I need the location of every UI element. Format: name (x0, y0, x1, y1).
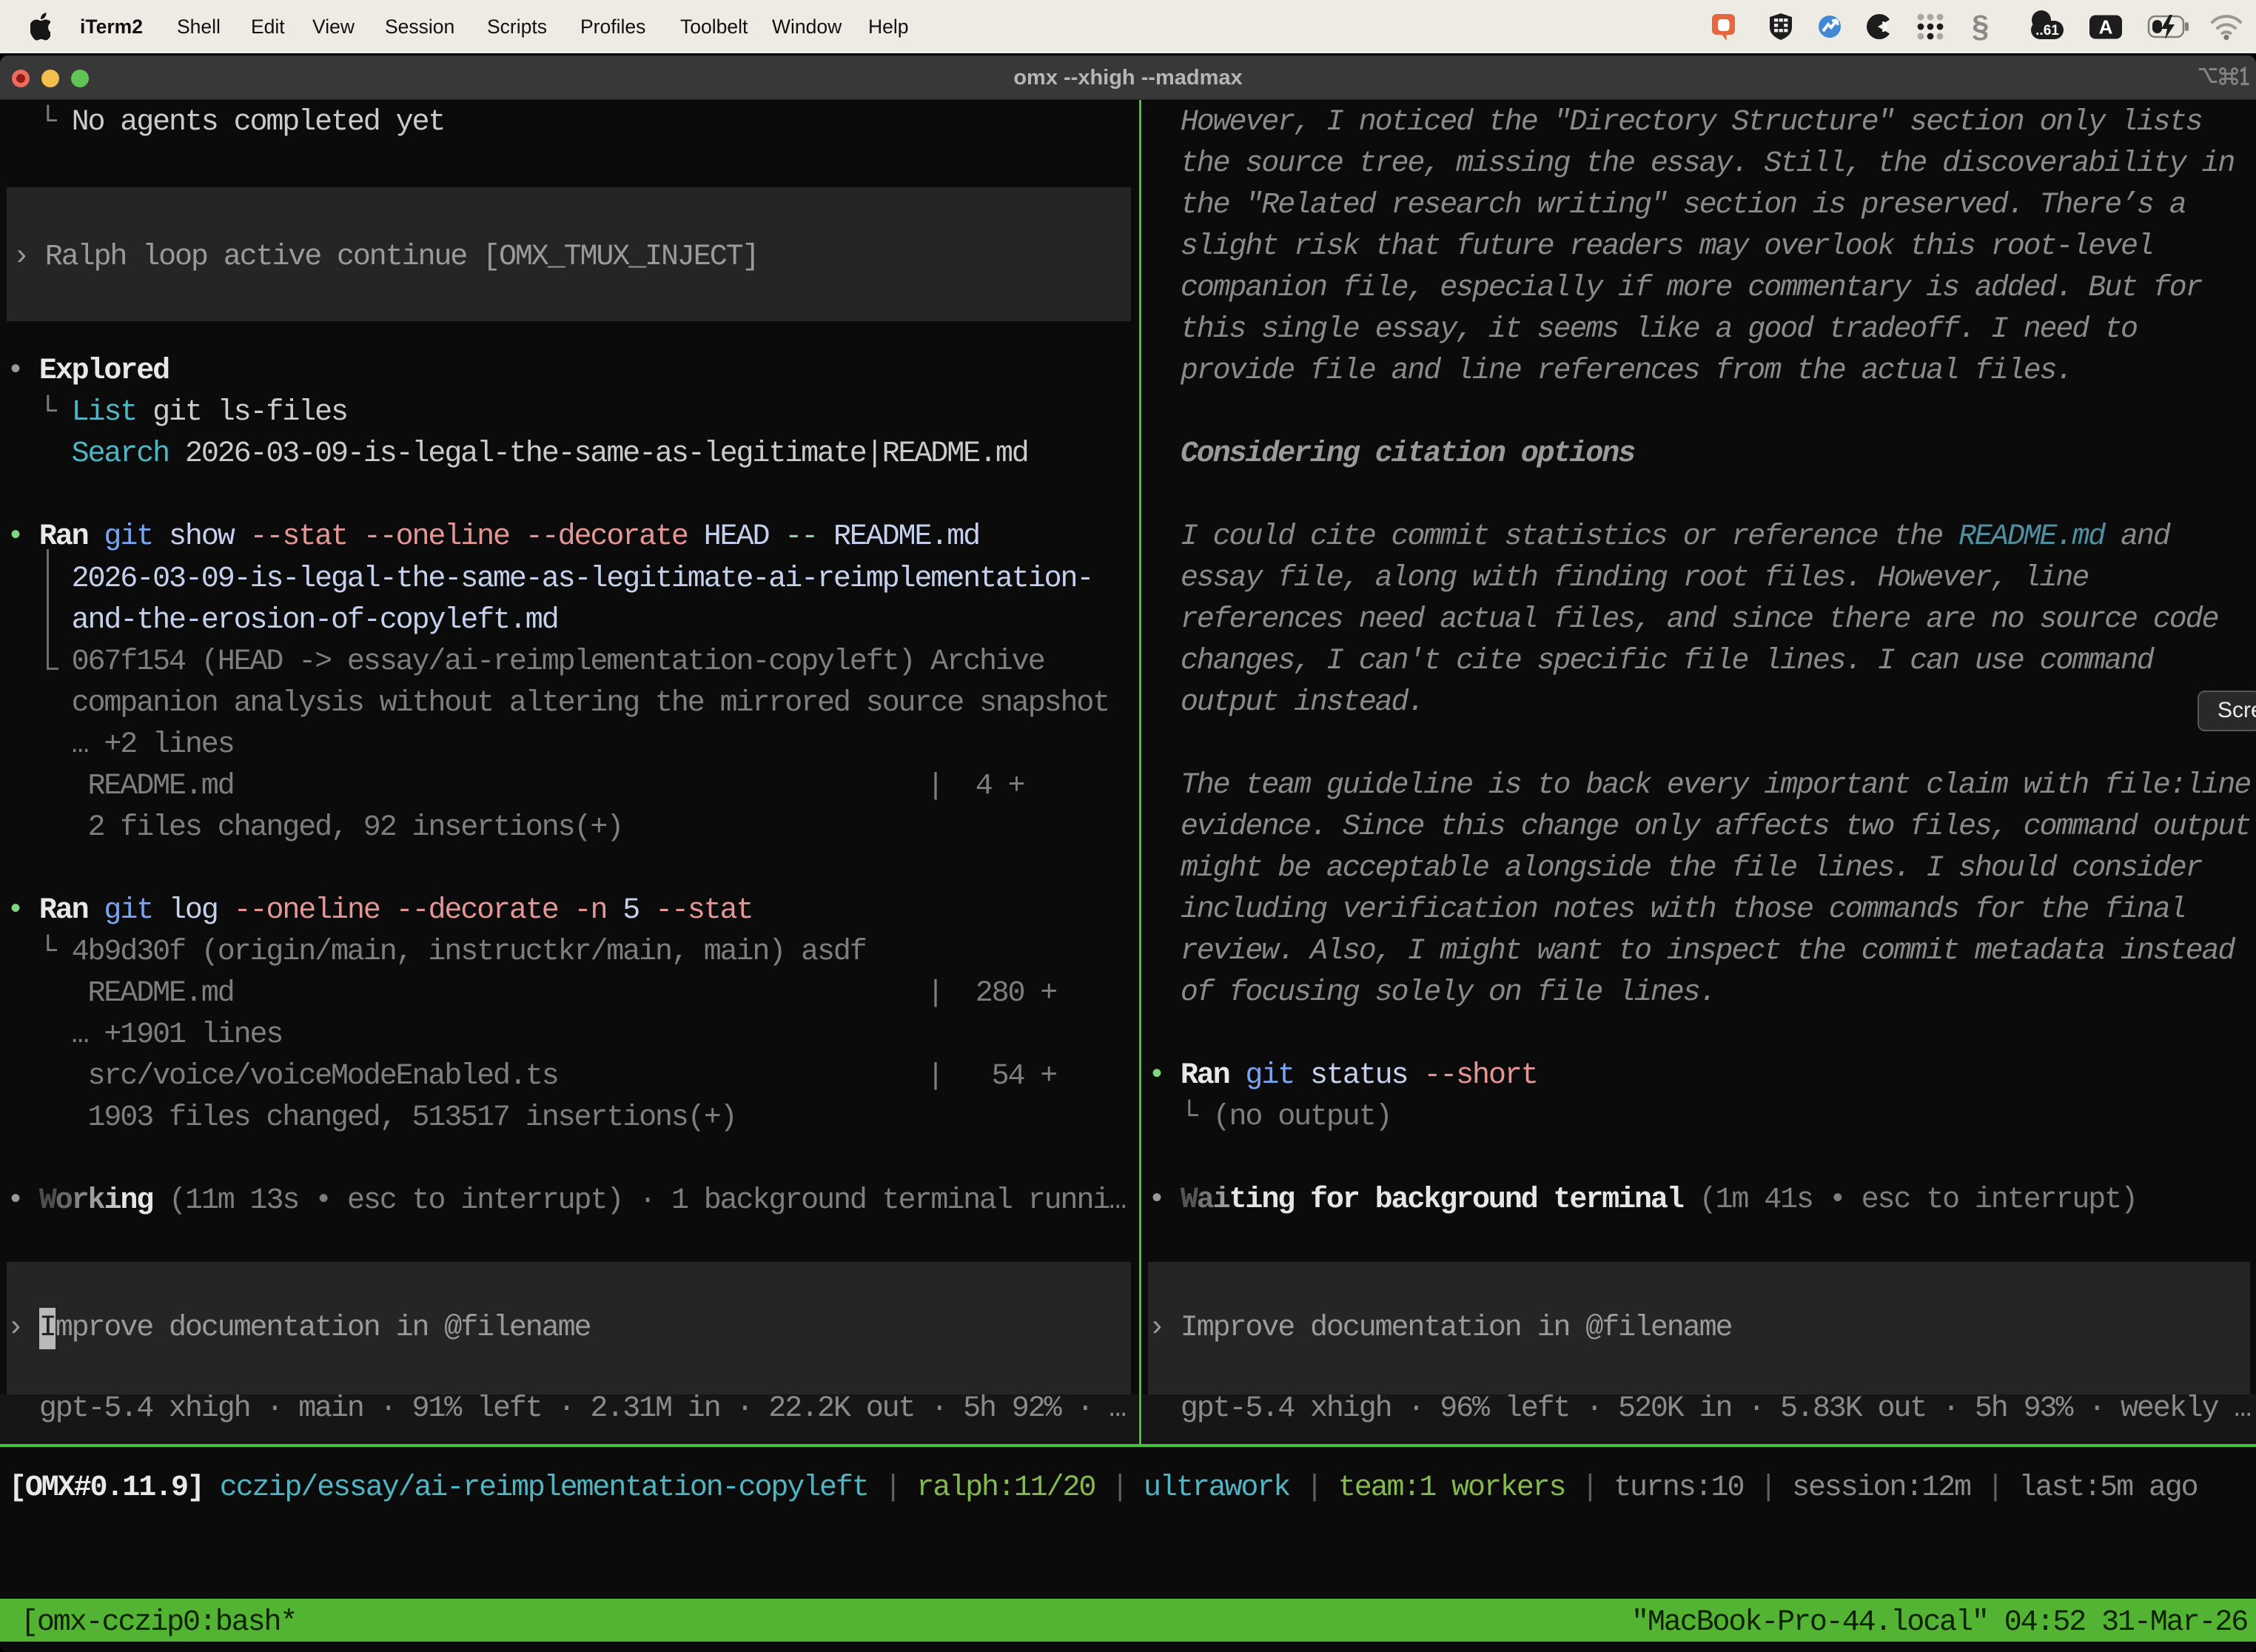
svg-text:..61: ..61 (2035, 23, 2059, 38)
svg-text:A: A (2099, 16, 2113, 38)
